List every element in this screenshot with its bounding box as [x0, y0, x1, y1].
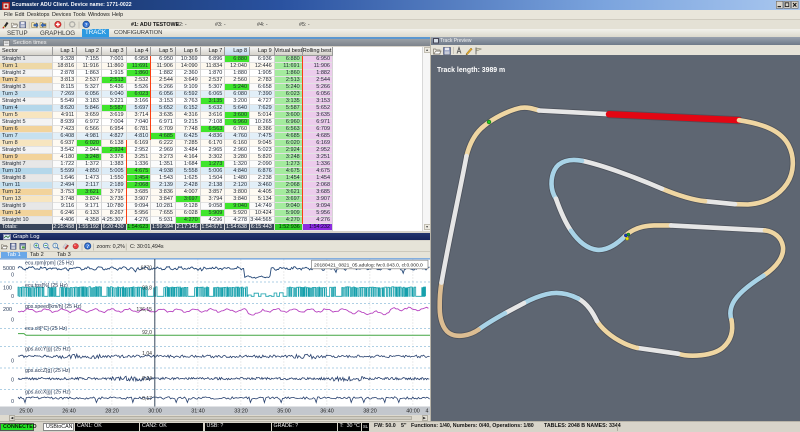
svg-text:0,14: 0,14	[142, 376, 152, 382]
svg-text:93,8: 93,8	[142, 285, 152, 291]
svg-text:0: 0	[11, 399, 14, 405]
svg-text:136,15: 136,15	[136, 307, 152, 313]
svg-text:Track length: 3989 m: Track length: 3989 m	[437, 67, 505, 74]
svg-text:0: 0	[11, 359, 14, 365]
svg-text:31:40: 31:40	[191, 408, 205, 414]
svg-text:30:00: 30:00	[148, 408, 162, 414]
svg-text:200: 200	[3, 307, 12, 313]
svg-text:ecu.tps[%] (25 Hz): ecu.tps[%] (25 Hz)	[25, 283, 68, 289]
svg-text:26:40: 26:40	[62, 408, 76, 414]
svg-text:100: 100	[3, 285, 12, 291]
svg-text:gps.accY[g] (25 Hz): gps.accY[g] (25 Hz)	[25, 347, 71, 353]
svg-text:1,04: 1,04	[142, 351, 152, 357]
svg-text:25:00: 25:00	[19, 408, 33, 414]
svg-text:5000: 5000	[3, 266, 15, 272]
svg-text:?: ?	[86, 244, 89, 250]
svg-text:gps.accZ[g] (25 Hz): gps.accZ[g] (25 Hz)	[25, 368, 71, 374]
svg-text:0,17: 0,17	[142, 396, 152, 402]
svg-text:ecu.clt[°C] (25 Hz): ecu.clt[°C] (25 Hz)	[25, 326, 67, 332]
svg-text:36:40: 36:40	[320, 408, 334, 414]
svg-text:0: 0	[11, 317, 14, 323]
svg-text:ecu.rpm[rpm] (25 Hz): ecu.rpm[rpm] (25 Hz)	[25, 261, 74, 267]
svg-text:38:20: 38:20	[363, 408, 377, 414]
svg-text:40:00: 40:00	[406, 408, 420, 414]
svg-text:?: ?	[54, 244, 56, 248]
svg-text:gps.speed[km/h] (25 Hz): gps.speed[km/h] (25 Hz)	[25, 304, 82, 310]
svg-text:0: 0	[11, 294, 14, 300]
svg-text:6270: 6270	[141, 265, 152, 271]
svg-text:4: 4	[426, 408, 429, 414]
svg-text:28:20: 28:20	[105, 408, 119, 414]
svg-text:20180421_0821_05.adulog: fw:0.: 20180421_0821_05.adulog: fw:0.043.0, cl:…	[314, 262, 423, 268]
svg-text:0: 0	[11, 377, 14, 383]
svg-text:35:00: 35:00	[277, 408, 291, 414]
svg-text:gps.accX[g] (25 Hz): gps.accX[g] (25 Hz)	[25, 390, 71, 396]
svg-text:92,0: 92,0	[142, 330, 152, 336]
svg-text:?: ?	[85, 22, 88, 28]
svg-text:0: 0	[11, 273, 14, 279]
svg-text:33:20: 33:20	[234, 408, 248, 414]
